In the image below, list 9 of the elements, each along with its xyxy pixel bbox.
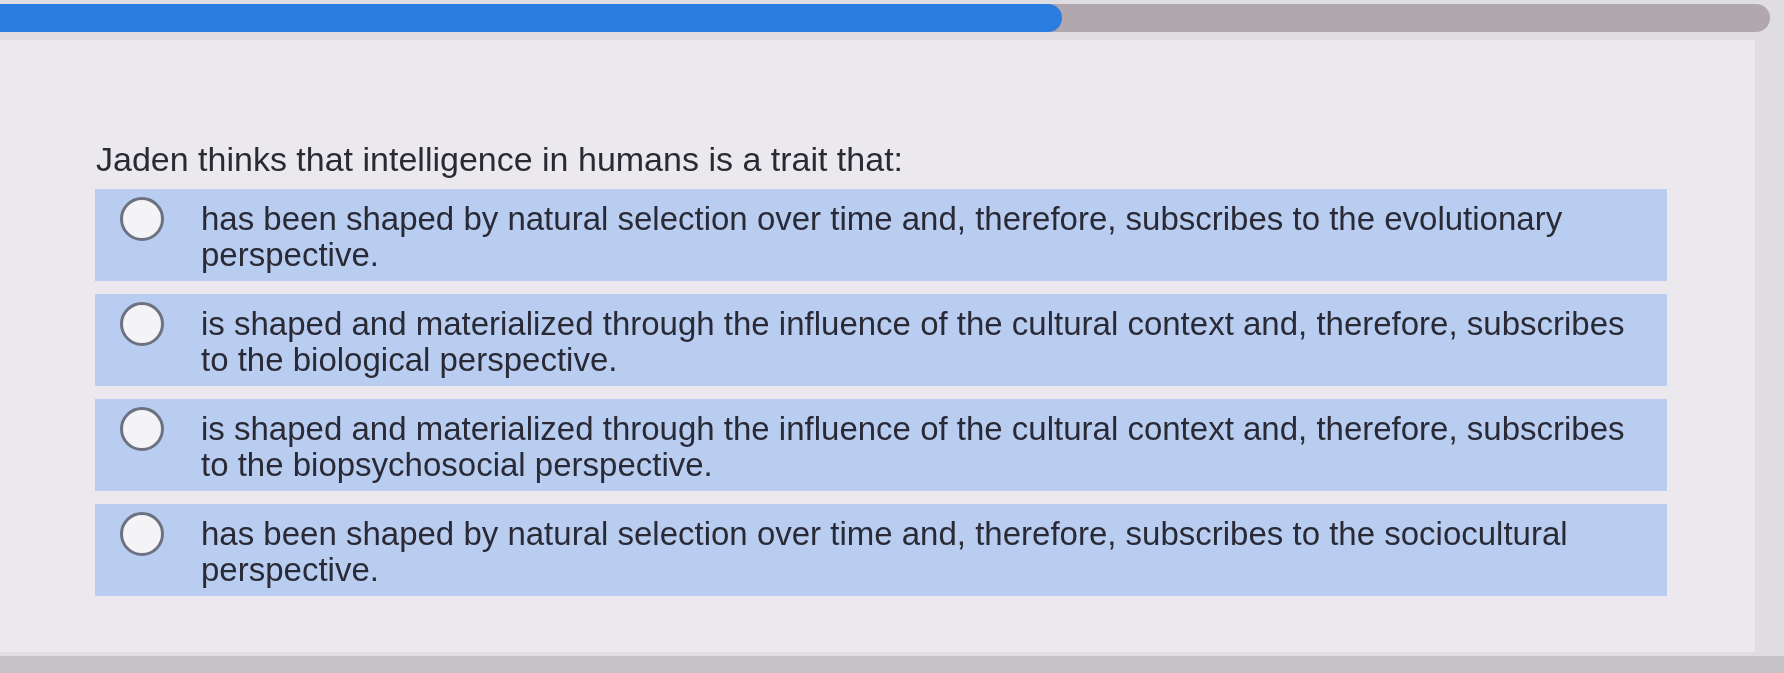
answer-option[interactable]: is shaped and materialized through the influence of the cultural context and, therefore, subscribes to the biological perspective. xyxy=(95,294,1667,386)
answer-option[interactable]: is shaped and materialized through the influence of the cultural context and, therefore, subscribes to the biopsychosocial perspective. xyxy=(95,399,1667,491)
answer-option[interactable]: has been shaped by natural selection over time and, therefore, subscribes to the evolutionary perspective. xyxy=(95,189,1667,281)
question-text: Jaden thinks that intelligence in humans is a trait that: xyxy=(95,139,905,179)
radio-button[interactable] xyxy=(120,302,164,346)
radio-button[interactable] xyxy=(120,407,164,451)
radio-button[interactable] xyxy=(120,512,164,556)
radio-button[interactable] xyxy=(120,197,164,241)
answer-option[interactable]: has been shaped by natural selection over time and, therefore, subscribes to the sociocultural perspective. xyxy=(95,504,1667,596)
